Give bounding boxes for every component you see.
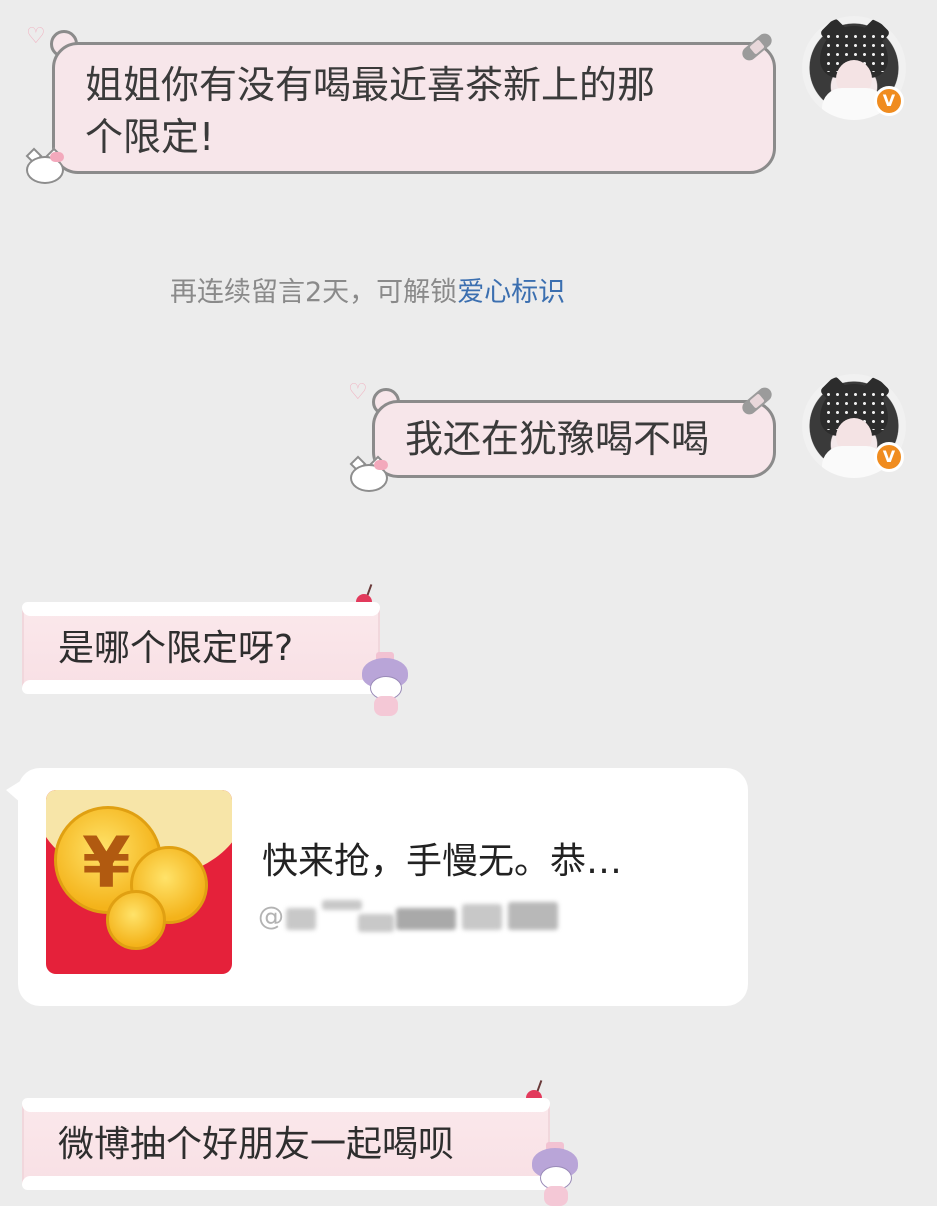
verified-badge-icon: V bbox=[874, 442, 904, 472]
hello-kitty-decoration-icon bbox=[346, 455, 390, 492]
message-row-4: 微博抽个好朋友一起喝呗 bbox=[0, 1080, 937, 1206]
kuromi-decoration-icon bbox=[358, 652, 412, 716]
message-bubble[interactable]: 我还在犹豫喝不喝 bbox=[372, 400, 776, 478]
at-icon: @ bbox=[258, 902, 284, 932]
verified-badge-icon: V bbox=[874, 86, 904, 116]
message-text: 是哪个限定呀? bbox=[58, 628, 294, 669]
red-packet-icon: ¥ bbox=[46, 790, 232, 974]
cream-decoration bbox=[22, 602, 380, 616]
cream-decoration bbox=[22, 680, 380, 694]
red-packet-title: 快来抢，手慢无。恭… bbox=[262, 841, 623, 882]
message-text: 微博抽个好朋友一起喝呗 bbox=[58, 1124, 455, 1165]
red-packet-message: ¥ 快来抢，手慢无。恭… @ bbox=[0, 766, 937, 1016]
red-packet-card[interactable]: ¥ 快来抢，手慢无。恭… @ bbox=[18, 768, 748, 1006]
message-bubble[interactable]: 姐姐你有没有喝最近喜茶新上的那 个限定! bbox=[52, 42, 776, 174]
heart-badge-link[interactable]: 爱心标识 bbox=[457, 277, 565, 308]
heart-decoration-icon: ♡ bbox=[348, 380, 368, 405]
system-notice-text: 再连续留言2天，可解锁 bbox=[170, 277, 458, 308]
message-bubble[interactable]: 是哪个限定呀? bbox=[22, 602, 380, 694]
message-row-1: ♡ 姐姐你有没有喝最近喜茶新上的那 个限定! V bbox=[0, 0, 937, 200]
system-notice: 再连续留言2天，可解锁爱心标识 bbox=[170, 270, 565, 309]
heart-decoration-icon: ♡ bbox=[26, 24, 46, 49]
message-text-line: 姐姐你有没有喝最近喜茶新上的那 bbox=[85, 63, 656, 107]
kuromi-decoration-icon bbox=[528, 1142, 582, 1206]
hello-kitty-decoration-icon bbox=[22, 147, 66, 184]
cream-decoration bbox=[22, 1176, 550, 1190]
message-row-2: ♡ 我还在犹豫喝不喝 V bbox=[0, 370, 937, 500]
message-text-line: 个限定! bbox=[85, 115, 215, 159]
message-row-3: 是哪个限定呀? bbox=[0, 580, 937, 720]
cream-decoration bbox=[22, 1098, 550, 1112]
message-text: 我还在犹豫喝不喝 bbox=[405, 417, 710, 461]
message-bubble[interactable]: 微博抽个好朋友一起喝呗 bbox=[22, 1098, 550, 1190]
